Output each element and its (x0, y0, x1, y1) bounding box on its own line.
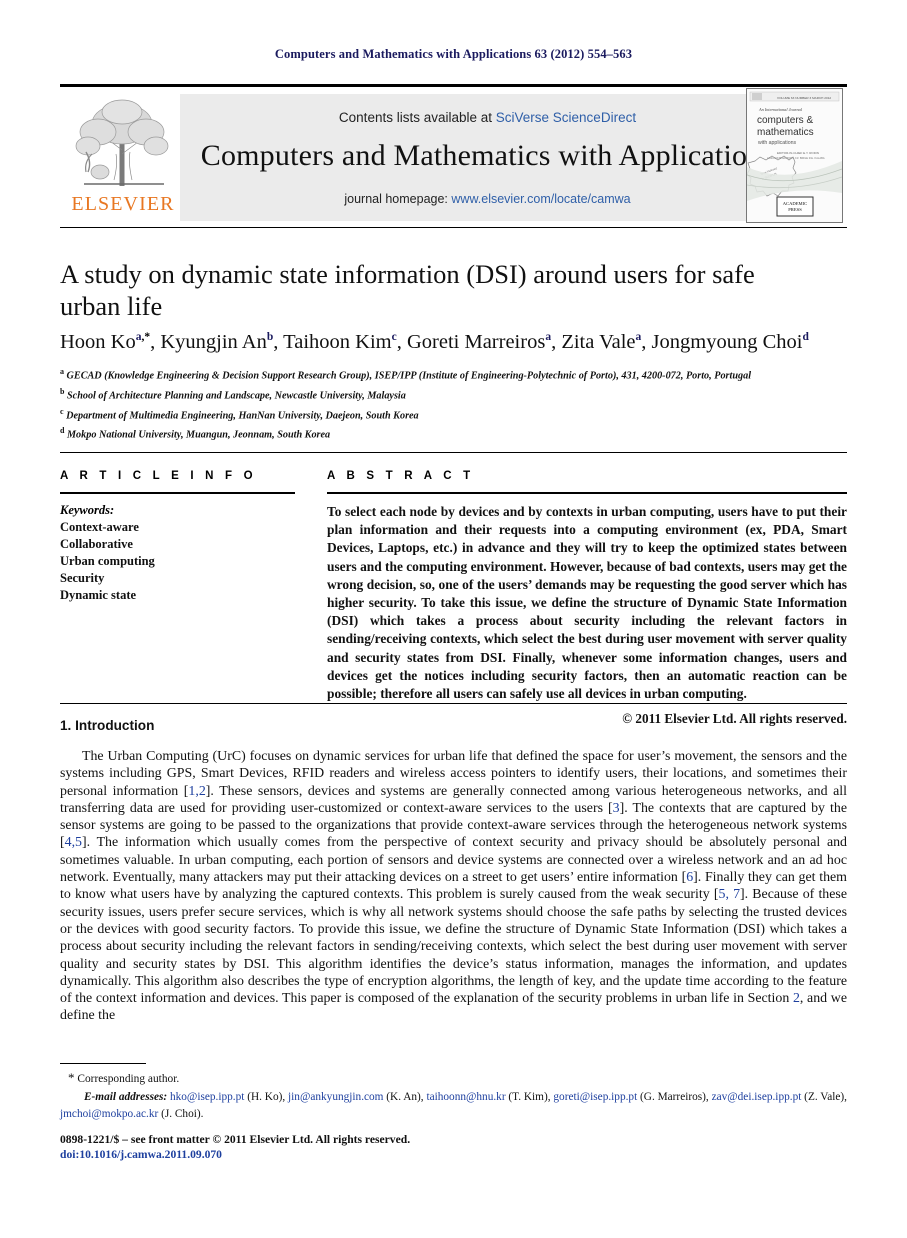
author-list: Hoon Koa,*, Kyungjin Anb, Taihoon Kimc, … (60, 331, 809, 353)
keyword-item: Dynamic state (60, 588, 137, 602)
keyword-item: Collaborative (60, 537, 133, 551)
author-name: Goreti Marreiros (406, 331, 546, 353)
keyword-item: Security (60, 571, 105, 585)
contents-available-line: Contents lists available at SciVerse Sci… (180, 110, 795, 125)
citation-link[interactable]: 1,2 (188, 784, 205, 799)
citation-link[interactable]: 6 (686, 870, 693, 885)
citation-link[interactable]: 3 (613, 801, 620, 816)
journal-cover-thumbnail: VOLUME 63 NUMBER 3 MARCH 2012 An Interna… (746, 88, 843, 223)
affiliation-marker: b (60, 386, 65, 396)
citation-link[interactable]: 2 (793, 991, 800, 1006)
affiliation-marker: a (60, 367, 64, 376)
author-name: Taihoon Kim (283, 331, 392, 353)
svg-text:VOLUME 63 NUMBER 3 MARCH 201: VOLUME 63 NUMBER 3 MARCH 2012 (777, 96, 831, 100)
svg-text:EDITOR-IN-CHIEF E.Y. RODIN: EDITOR-IN-CHIEF E.Y. RODIN (777, 151, 819, 155)
email-addresses-label: E-mail addresses: (84, 1091, 170, 1103)
abstract-text: To select each node by devices and by co… (327, 504, 847, 702)
email-owner: (H. Ko), (244, 1091, 289, 1103)
affiliation: c Department of Multimedia Engineering, … (60, 406, 419, 421)
corresponding-author-asterisk: * (68, 1070, 75, 1085)
author-name: Jongmyoung Choi (651, 331, 803, 353)
affiliation: b School of Architecture Planning and La… (60, 386, 406, 402)
introduction-heading: 1. Introduction (60, 718, 155, 733)
email-link[interactable]: zav@dei.isep.ipp.pt (712, 1091, 802, 1103)
svg-text:mathematics: mathematics (757, 127, 814, 138)
contents-prefix: Contents lists available at (338, 110, 496, 125)
elsevier-tree-icon (66, 94, 178, 190)
abstract-column: A B S T R A C T To select each node by d… (327, 470, 847, 727)
paper-title: A study on dynamic state information (DS… (60, 259, 755, 321)
keywords-list: Context-aware Collaborative Urban computin… (60, 519, 295, 604)
keyword-item: Urban computing (60, 554, 155, 568)
article-info-heading: A R T I C L E I N F O (60, 470, 257, 482)
author-affiliation-marker: d (802, 331, 809, 344)
email-link[interactable]: hko@isep.ipp.pt (170, 1091, 244, 1103)
sciencedirect-link[interactable]: SciVerse ScienceDirect (496, 110, 636, 125)
author-affiliation-marker: a (635, 331, 642, 344)
email-link[interactable]: goreti@isep.ipp.pt (553, 1091, 637, 1103)
abstract-rule (327, 492, 847, 494)
article-info-rule (60, 492, 295, 494)
author-name: Kyungjin An (160, 331, 267, 353)
article-info-column: A R T I C L E I N F O Keywords: Context-… (60, 470, 295, 604)
journal-homepage-line: journal homepage: www.elsevier.com/locat… (180, 192, 795, 206)
abstract-block-bottom-rule (60, 703, 847, 704)
svg-text:PRESS: PRESS (788, 207, 802, 212)
affiliation-marker: c (60, 406, 64, 416)
running-head: Computers and Mathematics with Applicati… (274, 47, 633, 61)
keyword-item: Context-aware (60, 520, 139, 534)
author-name: Hoon Ko (60, 331, 136, 353)
svg-text:ACADEMIC: ACADEMIC (783, 201, 808, 206)
affiliation-marker: d (60, 426, 65, 436)
svg-text:with applications: with applications (758, 140, 796, 146)
email-addresses-note: E-mail addresses: hko@isep.ipp.pt (H. Ko… (60, 1089, 847, 1122)
issn-copyright-line: 0898-1221/$ – see front matter © 2011 El… (60, 1133, 411, 1146)
email-owner: (G. Marreiros), (637, 1091, 712, 1103)
journal-band: Contents lists available at SciVerse Sci… (180, 94, 795, 221)
abstract-heading: A B S T R A C T (327, 470, 475, 482)
corresponding-author-note: * Corresponding author. (68, 1070, 848, 1087)
masthead-bottom-rule (60, 227, 847, 228)
paper-page: Computers and Mathematics with Applicati… (0, 0, 907, 1238)
homepage-prefix: journal homepage: (344, 192, 452, 206)
email-owner: (T. Kim), (505, 1091, 554, 1103)
footnote-rule (60, 1063, 146, 1064)
journal-cover-art: VOLUME 63 NUMBER 3 MARCH 2012 An Interna… (747, 89, 842, 222)
email-owner: (K. An), (383, 1091, 427, 1103)
elsevier-tree-svg (75, 99, 169, 186)
affiliation: a GECAD (Knowledge Engineering & Decisio… (60, 367, 752, 382)
abstract-copyright: © 2011 Elsevier Ltd. All rights reserved… (622, 711, 847, 727)
author-affiliation-marker: c (391, 331, 397, 344)
keywords-label: Keywords: (60, 503, 115, 517)
citation-link[interactable]: 5, 7 (719, 887, 741, 902)
journal-masthead: ELSEVIER Contents lists available at Sci… (60, 84, 847, 228)
author-name: Zita Vale (561, 331, 636, 353)
author-affiliation-marker: b (266, 331, 274, 344)
svg-text:computers &: computers & (757, 115, 813, 126)
svg-text:ASSOCIATE EDITORS J.R. BIRGE: ASSOCIATE EDITORS J.R. BIRGE R.E. KALABA (767, 156, 825, 160)
doi-line: doi:10.1016/j.camwa.2011.09.070 (60, 1148, 222, 1161)
email-owner: (J. Choi). (158, 1107, 204, 1120)
elsevier-logo: ELSEVIER (62, 94, 184, 219)
corresponding-author-text: Corresponding author. (77, 1073, 180, 1085)
email-link[interactable]: taihoonn@hnu.kr (426, 1091, 505, 1103)
email-link[interactable]: jmchoi@mokpo.ac.kr (60, 1108, 158, 1120)
author-affiliation-marker: a (545, 331, 552, 344)
introduction-paragraph: The Urban Computing (UrC) focuses on dyn… (60, 749, 848, 1024)
journal-title: Computers and Mathematics with Applicati… (200, 139, 775, 172)
email-owner: (Z. Vale), (801, 1091, 847, 1103)
corresponding-author-marker: ,* (141, 331, 151, 344)
svg-text:An International Journal: An International Journal (758, 107, 803, 112)
affiliation: d Mokpo National University, Muangun, Je… (60, 426, 331, 441)
masthead-top-rule (60, 84, 847, 87)
abstract-block-top-rule (60, 452, 847, 453)
elsevier-wordmark: ELSEVIER (71, 193, 175, 215)
journal-homepage-link[interactable]: www.elsevier.com/locate/camwa (451, 192, 630, 206)
email-link[interactable]: jin@ankyungjin.com (288, 1091, 383, 1103)
affiliation-list: a GECAD (Knowledge Engineering & Decisio… (60, 364, 860, 443)
citation-link[interactable]: 4,5 (65, 835, 82, 850)
